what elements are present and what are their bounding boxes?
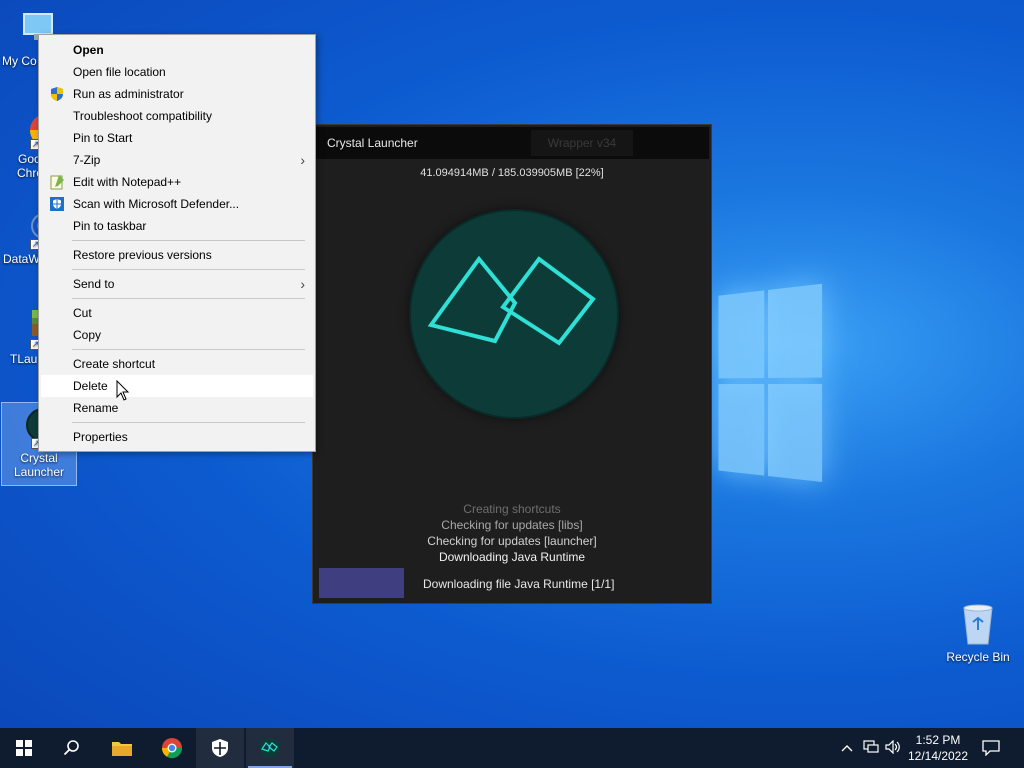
menu-separator (72, 298, 305, 299)
network-icon[interactable] (860, 739, 882, 757)
menu-item-pin-to-taskbar[interactable]: Pin to taskbar (39, 215, 315, 237)
notification-icon (982, 740, 1000, 756)
desktop-icon-label: Crystal (20, 451, 58, 465)
taskbar: 1:52 PM 12/14/2022 (0, 728, 1024, 768)
menu-item-open[interactable]: Open (39, 39, 315, 61)
menu-item-send-to[interactable]: Send to › (39, 273, 315, 295)
clock-date: 12/14/2022 (907, 749, 969, 763)
menu-item-label: Pin to taskbar (73, 219, 147, 233)
wrapper-version: Wrapper v34 (531, 130, 633, 156)
menu-item-label: Restore previous versions (73, 248, 212, 262)
status-line: Checking for updates [launcher] (427, 534, 597, 548)
uac-shield-icon (49, 86, 65, 102)
menu-item-scan-defender[interactable]: Scan with Microsoft Defender... (39, 193, 315, 215)
taskbar-windows-security[interactable] (196, 728, 244, 768)
crystal-launcher-window[interactable]: Crystal Launcher Wrapper v34 41.094914MB… (312, 124, 712, 604)
status-line: Checking for updates [libs] (441, 518, 583, 532)
menu-item-label: Create shortcut (73, 357, 156, 371)
search-button[interactable] (48, 728, 96, 768)
chrome-icon (161, 738, 183, 759)
menu-item-label: Delete (73, 379, 108, 393)
status-line: Creating shortcuts (463, 502, 561, 516)
taskbar-crystal-launcher[interactable] (246, 728, 294, 768)
taskbar-clock[interactable]: 1:52 PM 12/14/2022 (906, 732, 970, 764)
folder-icon (112, 742, 132, 756)
progress-label: Downloading file Java Runtime [1/1] (423, 577, 615, 591)
status-line: Downloading Java Runtime (438, 550, 586, 564)
menu-item-label: Run as administrator (73, 87, 184, 101)
menu-item-delete[interactable]: Delete (41, 375, 313, 397)
menu-item-label: Open (73, 43, 104, 57)
menu-item-label: Pin to Start (73, 131, 133, 145)
taskbar-chrome[interactable] (148, 728, 196, 768)
submenu-arrow-icon: › (300, 152, 305, 168)
menu-item-label: Open file location (73, 65, 166, 79)
menu-item-restore-previous-versions[interactable]: Restore previous versions (39, 244, 315, 266)
desktop-icon-recycle-bin[interactable]: Recycle Bin (940, 600, 1016, 664)
menu-item-label: 7-Zip (73, 153, 101, 167)
menu-item-run-as-administrator[interactable]: Run as administrator (39, 83, 315, 105)
menu-separator (72, 349, 305, 350)
search-icon (63, 740, 79, 756)
menu-item-pin-to-start[interactable]: Pin to Start (39, 127, 315, 149)
recycle-bin-icon (956, 600, 1000, 648)
menu-item-label: Edit with Notepad++ (73, 175, 182, 189)
menu-item-label: Rename (73, 401, 119, 415)
taskbar-file-explorer[interactable] (98, 728, 146, 768)
menu-separator (72, 422, 305, 423)
download-size: 41.094914MB / 185.039905MB [22%] (420, 167, 604, 179)
start-button[interactable] (0, 728, 48, 768)
menu-item-edit-with-notepad[interactable]: Edit with Notepad++ (39, 171, 315, 193)
menu-item-properties[interactable]: Properties (39, 426, 315, 448)
system-tray (838, 728, 904, 768)
mouse-cursor-icon (116, 379, 130, 405)
menu-item-cut[interactable]: Cut (39, 302, 315, 324)
notepad-plus-plus-icon (49, 174, 65, 190)
crystal-logo (411, 211, 617, 417)
crystal-launcher-icon (260, 738, 280, 758)
menu-item-copy[interactable]: Copy (39, 324, 315, 346)
menu-item-label: Copy (73, 328, 102, 342)
desktop-icon-label: Launcher (13, 465, 65, 479)
menu-item-label: Send to (73, 277, 115, 291)
shield-icon (212, 739, 228, 757)
menu-separator (72, 269, 305, 270)
windows-start-icon (16, 740, 32, 756)
action-center-button[interactable] (968, 728, 1014, 768)
volume-icon[interactable] (882, 739, 904, 757)
launcher-titlebar[interactable]: Crystal Launcher Wrapper v34 (315, 127, 709, 159)
menu-item-label: Cut (73, 306, 92, 320)
menu-item-create-shortcut[interactable]: Create shortcut (39, 353, 315, 375)
launcher-title: Crystal Launcher (327, 136, 418, 150)
recycle-bin-label: Recycle Bin (946, 650, 1010, 664)
menu-item-label: Scan with Microsoft Defender... (73, 197, 240, 211)
menu-item-label: Troubleshoot compatibility (73, 109, 212, 123)
context-menu: Open Open file location Run as administr… (38, 34, 316, 452)
windows-wallpaper-logo (718, 283, 825, 487)
submenu-arrow-icon: › (300, 276, 305, 292)
menu-item-rename[interactable]: Rename (39, 397, 315, 419)
menu-item-open-file-location[interactable]: Open file location (39, 61, 315, 83)
menu-item-troubleshoot-compatibility[interactable]: Troubleshoot compatibility (39, 105, 315, 127)
show-hidden-icons-chevron-icon[interactable] (838, 741, 856, 755)
progress-bar (319, 568, 404, 598)
menu-item-7zip[interactable]: 7-Zip › (39, 149, 315, 171)
menu-item-label: Properties (73, 430, 128, 444)
defender-icon (49, 196, 65, 212)
clock-time: 1:52 PM (915, 733, 961, 747)
menu-separator (72, 240, 305, 241)
